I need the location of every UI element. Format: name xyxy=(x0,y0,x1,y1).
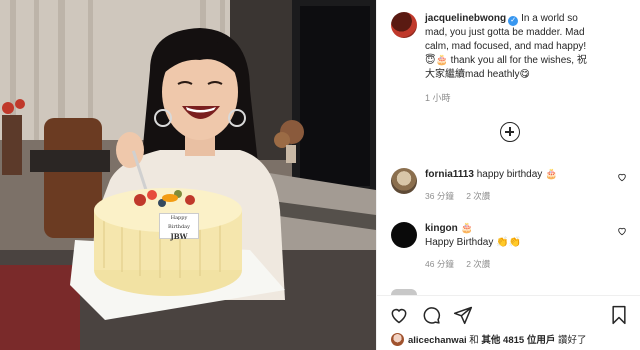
likes-summary: alicechanwai 和 其他 4815 位用戶 讚好了 xyxy=(391,333,637,348)
commenter-username[interactable]: kingon xyxy=(425,223,458,234)
share-icon[interactable] xyxy=(453,305,473,325)
post-timestamp[interactable]: 1 小時 xyxy=(425,91,637,104)
yum-emoji-icon: 😋 xyxy=(519,69,530,80)
verified-badge-icon: ✓ xyxy=(508,16,519,26)
comment-likes[interactable]: 2 次讚 xyxy=(466,191,490,201)
comment-text: happy birthday xyxy=(476,169,543,180)
load-more-comments-button[interactable] xyxy=(500,122,520,142)
cake-topper-line1: Happy Birthday xyxy=(168,215,190,230)
post-action-bar: alicechanwai 和 其他 4815 位用戶 讚好了 xyxy=(377,295,640,350)
comment-icon[interactable] xyxy=(421,305,441,325)
liker-avatar[interactable] xyxy=(391,333,404,346)
caption-line-1: In a world so xyxy=(521,13,578,24)
liker-username[interactable]: alicechanwai xyxy=(408,335,467,346)
cake-emoji-icon: 🎂 xyxy=(545,169,558,180)
post-sidebar: jacquelinebwong ✓ In a world so mad, you j… xyxy=(376,0,640,350)
clap-emoji-icon: 👏👏 xyxy=(496,237,522,248)
caption-line-5: 大家繼續mad heathly xyxy=(425,69,520,80)
comment-likes[interactable]: 2 次讚 xyxy=(466,259,490,269)
comment-meta: 36 分鐘 2 次讚 xyxy=(425,190,637,202)
comment-like-heart-icon[interactable] xyxy=(617,226,627,236)
comment-body: fornia1113 happy birthday 🎂 xyxy=(425,168,637,182)
post-caption: jacquelinebwong ✓ In a world so mad, you j… xyxy=(391,12,637,104)
post-photo[interactable]: Happy Birthday JBW xyxy=(0,0,376,350)
username-cake-emoji-icon: 🎂 xyxy=(460,223,474,234)
likes-others-link[interactable]: 其他 4815 位用戶 xyxy=(481,335,555,346)
comment-meta: 46 分鐘 2 次讚 xyxy=(425,258,637,270)
heart-icon[interactable] xyxy=(389,305,409,325)
comment-body: kingon 🎂 Happy Birthday 👏👏 xyxy=(425,222,637,250)
comment-text: Happy Birthday xyxy=(425,237,494,248)
likes-suffix: 讚好了 xyxy=(557,335,587,346)
commenter-avatar[interactable] xyxy=(391,222,417,248)
cake-emoji-icon: 🎂 xyxy=(435,55,448,66)
commenter-avatar[interactable] xyxy=(391,168,417,194)
comment-time[interactable]: 36 分鐘 xyxy=(425,191,454,201)
comment-like-heart-icon[interactable] xyxy=(617,172,627,182)
author-avatar[interactable] xyxy=(391,12,417,38)
caption-line-4: thank you all for the wishes, 祝 xyxy=(450,55,587,66)
commenter-username[interactable]: fornia1113 xyxy=(425,169,474,180)
bookmark-icon[interactable] xyxy=(609,305,629,325)
cake-topper-line2: JBW xyxy=(170,232,188,241)
comment-item: kingon 🎂 Happy Birthday 👏👏 46 分鐘 2 次讚 xyxy=(391,222,637,270)
likes-and: 和 xyxy=(469,335,479,346)
cake-topper: Happy Birthday JBW xyxy=(159,213,199,241)
author-username[interactable]: jacquelinebwong xyxy=(425,13,506,24)
caption-line-3: calm, mad focused, and mad happy! xyxy=(425,41,587,52)
angel-emoji-icon: 😇 xyxy=(425,55,436,66)
caption-line-2: mad, you just gotta be madder. Mad xyxy=(425,27,585,38)
comment-item: fornia1113 happy birthday 🎂 36 分鐘 2 次讚 xyxy=(391,168,637,202)
photo-illustration xyxy=(0,0,376,350)
caption-text: jacquelinebwong ✓ In a world so mad, you j… xyxy=(425,12,637,82)
comment-time[interactable]: 46 分鐘 xyxy=(425,259,454,269)
